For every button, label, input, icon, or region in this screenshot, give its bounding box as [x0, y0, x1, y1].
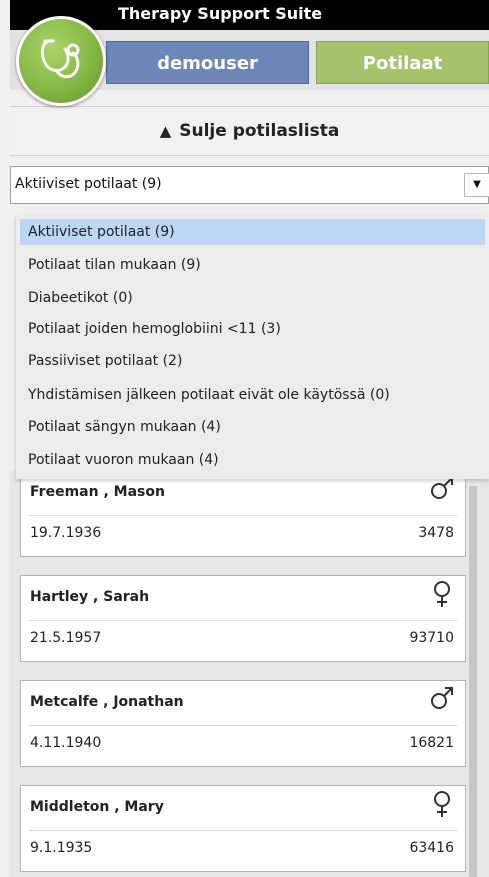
patient-list: Freeman , Mason 19.7.1936 3478 Hartley ,… [10, 470, 489, 877]
patient-card[interactable]: Freeman , Mason 19.7.1936 3478 [20, 470, 466, 557]
filter-option[interactable]: Potilaat tilan mukaan (9) [20, 252, 485, 278]
filter-option[interactable]: Yhdistämisen jälkeen potilaat eivät ole … [20, 382, 485, 408]
patient-name: Freeman , Mason [30, 484, 165, 500]
patient-name: Metcalfe , Jonathan [30, 694, 184, 710]
list-scrollbar[interactable] [469, 486, 477, 877]
patient-id: 63416 [409, 840, 454, 856]
patient-id: 93710 [409, 630, 454, 646]
patient-id: 3478 [418, 525, 454, 541]
patient-filter-select[interactable]: Aktiiviset potilaat (9) ▼ [10, 166, 489, 204]
stethoscope-logo-icon[interactable] [16, 16, 106, 106]
filter-option[interactable]: Diabeetikot (0) [20, 285, 485, 311]
patient-filter-dropdown: Aktiiviset potilaat (9) Potilaat tilan m… [16, 215, 489, 479]
app-title: Therapy Support Suite [118, 4, 323, 23]
filter-option[interactable]: Potilaat joiden hemoglobiini <11 (3) [20, 316, 485, 342]
close-patient-list-button[interactable]: ▲ Sulje potilaslista [10, 106, 489, 156]
patient-card[interactable]: Metcalfe , Jonathan 4.11.1940 16821 [20, 680, 466, 767]
chevron-down-icon[interactable]: ▼ [464, 173, 489, 197]
patient-dob: 9.1.1935 [30, 840, 93, 856]
filter-option[interactable]: Potilaat sängyn mukaan (4) [20, 414, 485, 440]
divider [29, 830, 457, 831]
filter-option[interactable]: Potilaat vuoron mukaan (4) [20, 447, 485, 473]
patient-dob: 19.7.1936 [30, 525, 102, 541]
patient-dob: 21.5.1957 [30, 630, 102, 646]
female-icon [429, 790, 455, 822]
patient-dob: 4.11.1940 [30, 735, 102, 751]
filter-option[interactable]: Passiiviset potilaat (2) [20, 348, 485, 374]
divider [29, 725, 457, 726]
female-icon [429, 580, 455, 612]
divider [29, 515, 457, 516]
patient-card[interactable]: Hartley , Sarah 21.5.1957 93710 [20, 575, 466, 662]
patient-filter-value: Aktiiviset potilaat (9) [15, 176, 162, 192]
patient-name: Hartley , Sarah [30, 589, 150, 605]
male-icon [429, 475, 455, 505]
close-patient-list-label: Sulje potilaslista [179, 121, 340, 141]
divider [29, 620, 457, 621]
eject-icon: ▲ [159, 122, 172, 140]
male-icon [429, 685, 455, 715]
user-button[interactable]: demouser [106, 41, 309, 84]
filter-option[interactable]: Aktiiviset potilaat (9) [20, 219, 485, 245]
patients-button[interactable]: Potilaat [316, 41, 489, 84]
patient-card[interactable]: Middleton , Mary 9.1.1935 63416 [20, 785, 466, 872]
patient-name: Middleton , Mary [30, 799, 164, 815]
patient-id: 16821 [409, 735, 454, 751]
